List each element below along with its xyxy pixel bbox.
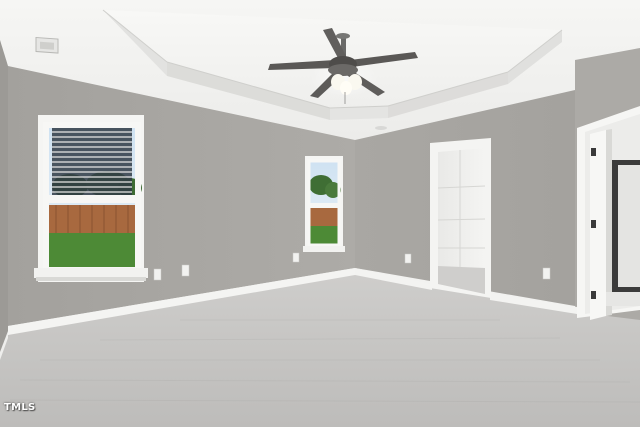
bedroom-door bbox=[577, 106, 640, 320]
closet-doorway bbox=[430, 138, 491, 298]
room-illustration bbox=[0, 0, 640, 427]
middle-window bbox=[303, 156, 345, 252]
left-window bbox=[34, 115, 148, 282]
watermark-logo: TMLS bbox=[4, 402, 36, 413]
room-photo: TMLS bbox=[0, 0, 640, 427]
